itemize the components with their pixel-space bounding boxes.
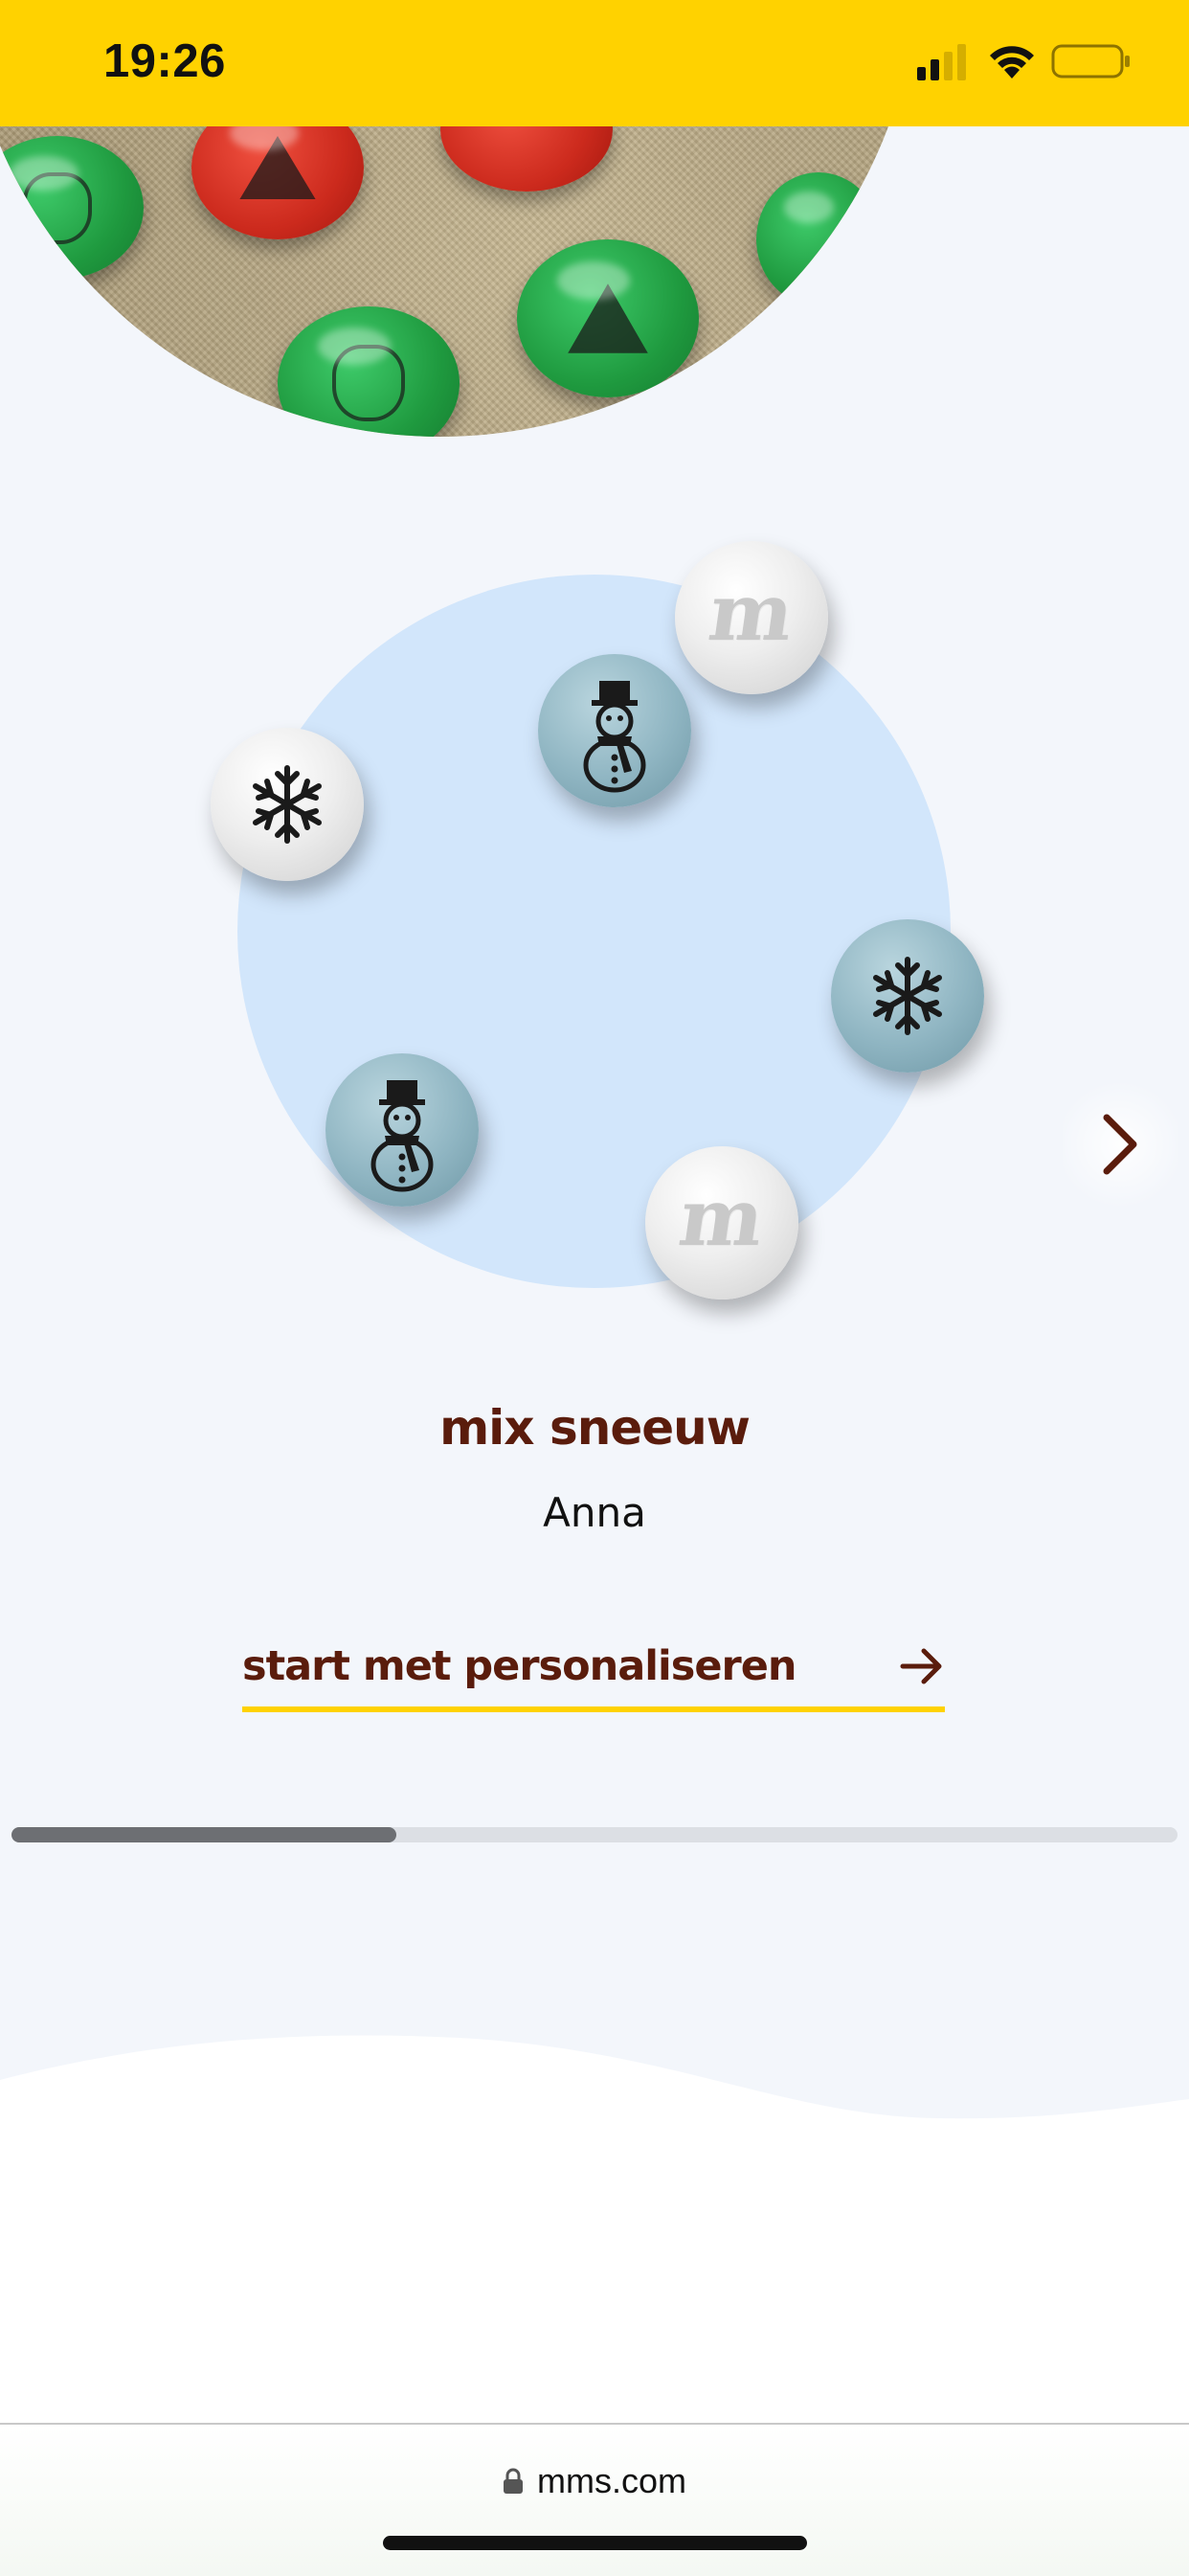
lock-icon bbox=[504, 2468, 523, 2494]
status-time: 19:26 bbox=[103, 35, 226, 87]
snowman-icon bbox=[370, 1080, 434, 1192]
product-title: mix sneeuw bbox=[439, 1400, 751, 1456]
hero-candy bbox=[517, 239, 699, 397]
cellular-signal-icon bbox=[917, 44, 966, 80]
snowman-icon bbox=[583, 681, 646, 793]
candy-m-logo: m bbox=[645, 1146, 798, 1299]
hero-candy bbox=[756, 172, 881, 306]
candy-m-logo: m bbox=[675, 541, 828, 694]
carousel-progress[interactable] bbox=[11, 1827, 1178, 1842]
wave-divider bbox=[0, 2035, 1189, 2432]
status-bar: 19:26 bbox=[0, 0, 1189, 126]
browser-address-bar[interactable]: mms.com bbox=[0, 2423, 1189, 2576]
m-logo-icon: m bbox=[673, 1172, 771, 1264]
candy-snowman bbox=[538, 654, 691, 807]
start-personalizing-link[interactable]: start met personaliseren bbox=[242, 1639, 945, 1712]
home-indicator bbox=[383, 2536, 807, 2550]
chevron-right-icon bbox=[1103, 1114, 1137, 1175]
candy-snowflake bbox=[211, 728, 364, 881]
candy-snowman bbox=[325, 1053, 479, 1207]
candy-snowflake bbox=[831, 919, 984, 1073]
url-display[interactable]: mms.com bbox=[0, 2461, 1189, 2501]
url-text: mms.com bbox=[537, 2461, 686, 2500]
snowflake-icon bbox=[253, 765, 322, 844]
wifi-icon bbox=[990, 46, 1034, 79]
product-name: Anna bbox=[543, 1489, 646, 1536]
battery-icon bbox=[1051, 44, 1130, 79]
carousel-progress-fill bbox=[11, 1827, 396, 1842]
cta-label: start met personaliseren bbox=[242, 1642, 797, 1690]
candy-carousel[interactable]: m m bbox=[0, 479, 1189, 1341]
arrow-right-icon bbox=[900, 1648, 942, 1684]
next-arrow-button[interactable] bbox=[1063, 1073, 1178, 1216]
snowflake-icon bbox=[873, 957, 942, 1035]
